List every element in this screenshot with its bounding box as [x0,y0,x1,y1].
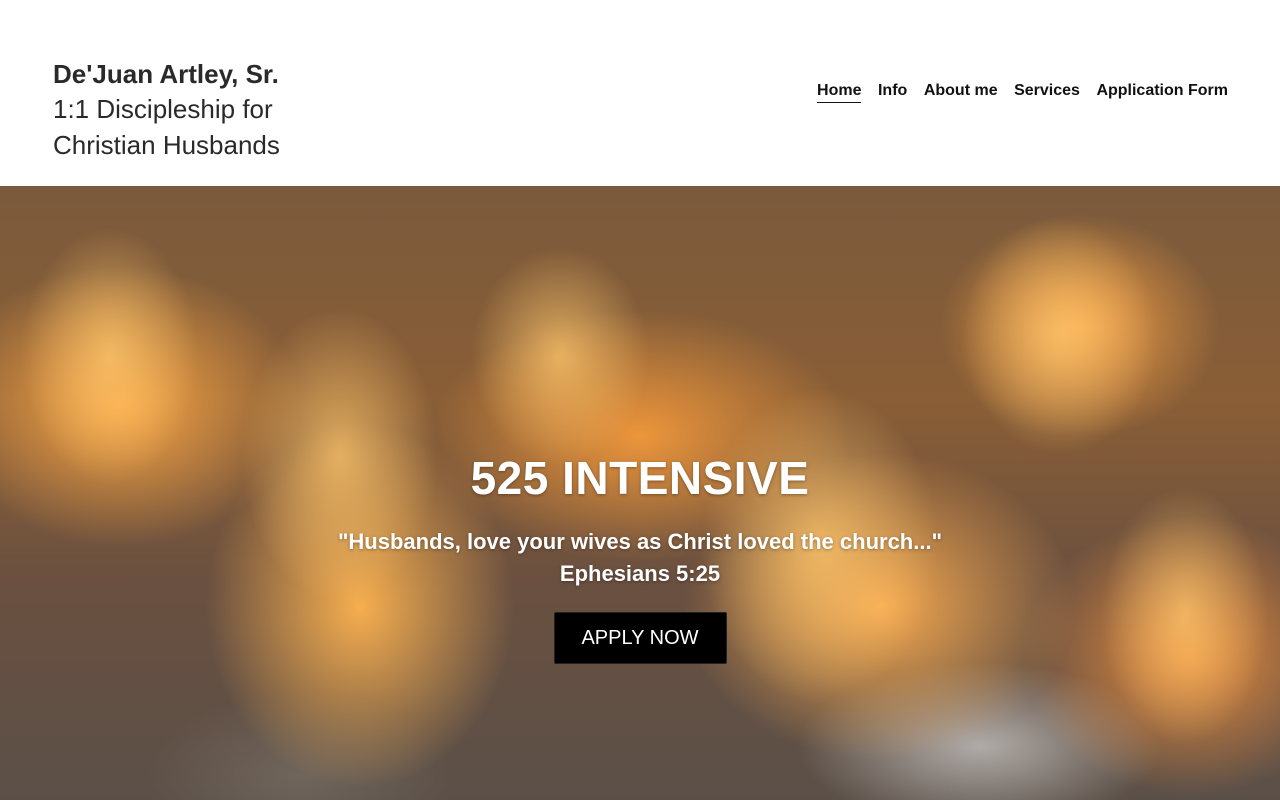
nav-services[interactable]: Services [1014,82,1080,103]
hero-content: 525 INTENSIVE "Husbands, love your wives… [0,450,1280,664]
flame-shape [20,226,200,486]
site-header: De'Juan Artley, Sr. 1:1 Discipleship for… [0,0,1280,186]
nav-application-form[interactable]: Application Form [1096,82,1228,103]
hero-title: 525 INTENSIVE [470,452,810,504]
flame-shape [470,246,650,466]
hero-quote: "Husbands, love your wives as Christ lov… [337,529,943,554]
main-nav: Home Info About me Services Application … [801,82,1228,103]
apply-now-button[interactable]: APPLY NOW [553,612,727,664]
nav-about-me[interactable]: About me [924,82,998,103]
brand-tagline: 1:1 Discipleship for Christian Husbands [53,94,280,160]
nav-home[interactable]: Home [817,82,862,103]
flame-shape [960,216,1160,456]
brand-name[interactable]: De'Juan Artley, Sr. [53,57,373,91]
site-brand[interactable]: De'Juan Artley, Sr. 1:1 Discipleship for… [53,57,373,163]
nav-info[interactable]: Info [878,82,907,103]
hero-scripture-reference: Ephesians 5:25 [559,561,721,586]
hero-section: 525 INTENSIVE "Husbands, love your wives… [0,186,1280,800]
